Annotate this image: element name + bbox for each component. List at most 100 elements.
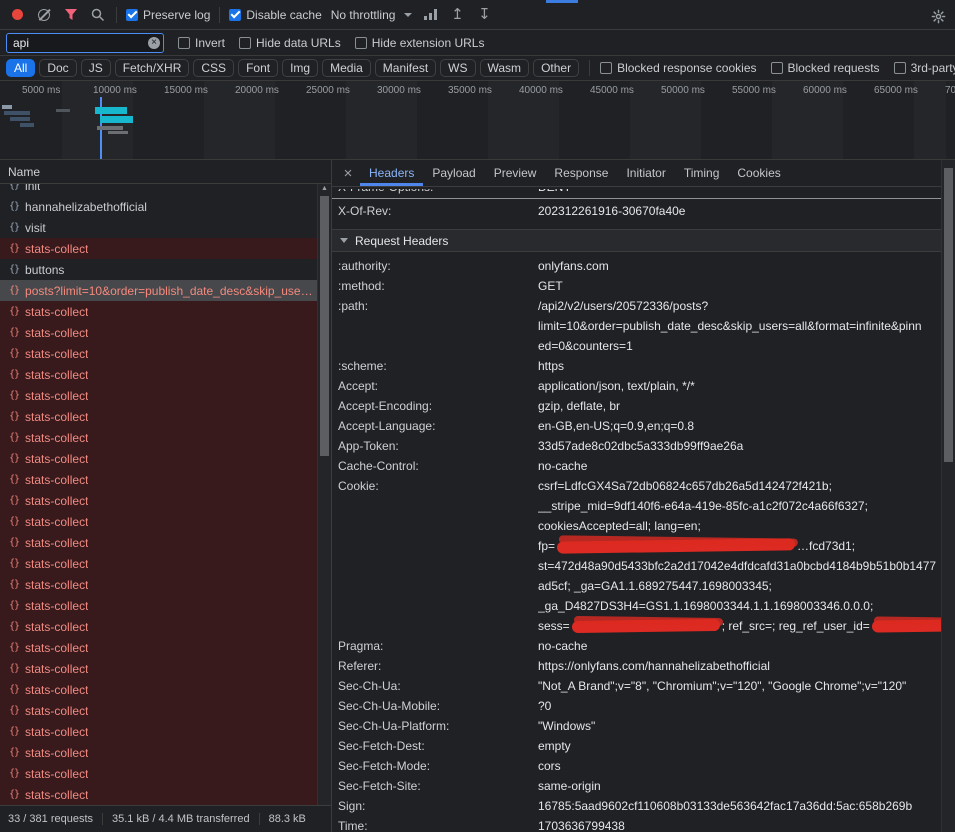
network-conditions-button[interactable] [421, 6, 439, 24]
request-row[interactable]: {}stats-collect [0, 322, 317, 343]
request-row[interactable]: {}stats-collect [0, 553, 317, 574]
request-row[interactable]: {}visit [0, 217, 317, 238]
search-button[interactable] [89, 6, 107, 24]
request-row[interactable]: {}stats-collect [0, 406, 317, 427]
type-filter-fetch-xhr[interactable]: Fetch/XHR [115, 59, 190, 77]
filter-checkbox-group[interactable]: 3rd-party requests [894, 61, 955, 75]
clear-button[interactable] [35, 6, 53, 24]
waterfall-bar [20, 123, 34, 127]
redaction-scribble [872, 619, 941, 632]
clear-filter-icon[interactable]: × [148, 37, 160, 49]
request-row[interactable]: {}stats-collect [0, 637, 317, 658]
header-value: DENY [538, 189, 941, 197]
request-list-scrollbar[interactable]: ▲ [317, 184, 331, 805]
request-headers-section-header[interactable]: Request Headers [332, 229, 941, 252]
request-row[interactable]: {}hannahelizabethofficial [0, 196, 317, 217]
type-filter-img[interactable]: Img [282, 59, 318, 77]
tab-payload[interactable]: Payload [423, 160, 484, 186]
request-row[interactable]: {}stats-collect [0, 511, 317, 532]
tab-preview[interactable]: Preview [485, 160, 546, 186]
invert-checkbox[interactable] [178, 37, 190, 49]
header-value: 1703636799438 [538, 816, 941, 832]
request-row[interactable]: {}stats-collect [0, 595, 317, 616]
timeline-tick: 30000 ms [377, 85, 421, 96]
timeline-overview[interactable]: 5000 ms10000 ms15000 ms20000 ms25000 ms3… [0, 81, 955, 160]
hide-data-urls-checkbox[interactable] [239, 37, 251, 49]
scroll-up-icon[interactable]: ▲ [321, 185, 328, 192]
request-list: {}init{}hannahelizabethofficial{}visit{}… [0, 184, 331, 805]
json-file-icon: {} [9, 516, 19, 527]
disable-cache-checkbox[interactable] [229, 9, 241, 21]
tab-headers[interactable]: Headers [360, 160, 423, 186]
tab-timing[interactable]: Timing [675, 160, 729, 186]
type-filter-wasm[interactable]: Wasm [480, 59, 530, 77]
record-icon [12, 9, 23, 20]
name-column-header[interactable]: Name [0, 160, 331, 184]
type-filter-media[interactable]: Media [322, 59, 371, 77]
filter-toggle-button[interactable] [62, 6, 80, 24]
hide-extension-urls-toggle[interactable]: Hide extension URLs [355, 36, 485, 50]
request-row[interactable]: {}stats-collect [0, 784, 317, 805]
request-row[interactable]: {}stats-collect [0, 490, 317, 511]
type-filter-font[interactable]: Font [238, 59, 278, 77]
request-row[interactable]: {}stats-collect [0, 616, 317, 637]
type-filter-other[interactable]: Other [533, 59, 579, 77]
tab-response[interactable]: Response [545, 160, 617, 186]
header-value: no-cache [538, 636, 941, 656]
export-har-button[interactable]: ↧ [475, 6, 493, 24]
request-row[interactable]: {}buttons [0, 259, 317, 280]
settings-button[interactable] [929, 7, 947, 25]
status-item: 88.3 kB [259, 813, 306, 825]
filter-checkbox-group[interactable]: Blocked response cookies [600, 61, 756, 75]
request-row[interactable]: {}posts?limit=10&order=publish_date_desc… [0, 280, 317, 301]
request-row[interactable]: {}init [0, 184, 317, 196]
timeline-tick: 40000 ms [519, 85, 563, 96]
request-row[interactable]: {}stats-collect [0, 301, 317, 322]
request-row[interactable]: {}stats-collect [0, 721, 317, 742]
type-filter-ws[interactable]: WS [440, 59, 475, 77]
header-name: Accept-Encoding: [338, 396, 538, 416]
request-row[interactable]: {}stats-collect [0, 448, 317, 469]
request-row[interactable]: {}stats-collect [0, 742, 317, 763]
filter-checkbox-group[interactable]: Blocked requests [771, 61, 880, 75]
request-row[interactable]: {}stats-collect [0, 238, 317, 259]
request-row[interactable]: {}stats-collect [0, 343, 317, 364]
checkbox[interactable] [600, 62, 612, 74]
record-button[interactable] [8, 6, 26, 24]
request-row[interactable]: {}stats-collect [0, 700, 317, 721]
header-name: Sec-Ch-Ua: [338, 676, 538, 696]
throttling-dropdown[interactable]: No throttling [331, 8, 413, 22]
request-row[interactable]: {}stats-collect [0, 679, 317, 700]
request-row[interactable]: {}stats-collect [0, 364, 317, 385]
tab-cookies[interactable]: Cookies [728, 160, 789, 186]
preserve-log-checkbox[interactable] [126, 9, 138, 21]
hide-data-urls-toggle[interactable]: Hide data URLs [239, 36, 341, 50]
type-filter-css[interactable]: CSS [193, 59, 234, 77]
scrollbar-thumb[interactable] [320, 196, 329, 456]
tab-initiator[interactable]: Initiator [617, 160, 674, 186]
request-row[interactable]: {}stats-collect [0, 427, 317, 448]
checkbox[interactable] [771, 62, 783, 74]
request-row[interactable]: {}stats-collect [0, 385, 317, 406]
request-row[interactable]: {}stats-collect [0, 469, 317, 490]
filter-input[interactable] [6, 33, 164, 53]
status-item: 33 / 381 requests [8, 813, 93, 825]
type-filter-js[interactable]: JS [81, 59, 111, 77]
disable-cache-toggle[interactable]: Disable cache [229, 8, 321, 22]
preserve-log-toggle[interactable]: Preserve log [126, 8, 210, 22]
scrollbar-thumb[interactable] [944, 168, 953, 462]
request-row[interactable]: {}stats-collect [0, 658, 317, 679]
type-filter-all[interactable]: All [6, 59, 35, 77]
request-row[interactable]: {}stats-collect [0, 574, 317, 595]
request-row[interactable]: {}stats-collect [0, 532, 317, 553]
hide-extension-urls-checkbox[interactable] [355, 37, 367, 49]
close-icon[interactable]: × [336, 165, 360, 182]
header-value-line: sess=; ref_src=; reg_ref_user_id= [538, 616, 941, 636]
type-filter-doc[interactable]: Doc [39, 59, 76, 77]
invert-toggle[interactable]: Invert [178, 36, 225, 50]
checkbox[interactable] [894, 62, 906, 74]
import-har-button[interactable]: ↥ [448, 6, 466, 24]
request-row[interactable]: {}stats-collect [0, 763, 317, 784]
details-scrollbar[interactable] [941, 160, 955, 832]
type-filter-manifest[interactable]: Manifest [375, 59, 436, 77]
